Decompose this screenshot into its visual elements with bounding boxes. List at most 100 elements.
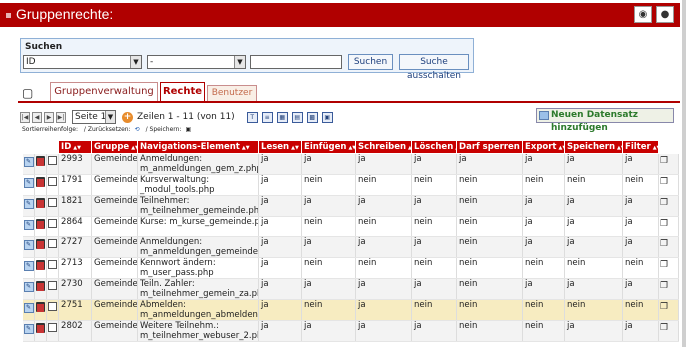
prev-page-icon[interactable]: ◀ xyxy=(32,111,42,123)
edit-icon[interactable]: ✎ xyxy=(23,220,34,230)
cell-navigation: Abmelden:m_anmeldungen_abmelden.php xyxy=(137,299,260,321)
view-detail-icon[interactable]: ▤ xyxy=(291,111,303,123)
copy-icon[interactable]: ❐ xyxy=(660,177,672,187)
binoculars-dark-icon[interactable]: ● xyxy=(656,6,674,23)
column-header-lesen[interactable]: Lesen ▲▼ xyxy=(258,140,303,154)
row-checkbox[interactable] xyxy=(48,198,57,207)
column-header-darf-sperren[interactable]: Darf sperren▲▼ xyxy=(456,140,524,154)
column-header-navigation[interactable]: Navigations-Element ▲▼ xyxy=(137,140,260,154)
table-row[interactable]: ✎ 1821 Gemeinde Teilnehmer: m_teilnehmer_gem… xyxy=(22,195,680,217)
table-row[interactable]: ✎ 2730 Gemeinde Teiln. Zahler: m_teilnehmer_… xyxy=(22,278,680,300)
trash-icon[interactable] xyxy=(36,219,45,229)
column-header-gruppe[interactable]: Gruppe▲▼ xyxy=(91,140,139,154)
view-grid-icon[interactable]: ▦ xyxy=(276,111,288,123)
cell-schreiben: ja xyxy=(355,153,413,175)
trash-icon[interactable] xyxy=(36,302,45,312)
trash-icon[interactable] xyxy=(36,177,45,187)
row-checkbox[interactable] xyxy=(48,177,57,186)
row-checkbox[interactable] xyxy=(48,260,57,269)
binoculars-icon[interactable]: ◉ xyxy=(634,6,652,23)
edit-icon[interactable]: ✎ xyxy=(23,199,34,209)
edit-icon[interactable]: ✎ xyxy=(23,178,34,188)
view-list-icon[interactable]: ≡ xyxy=(261,111,273,123)
cell-export: nein xyxy=(522,299,566,321)
table-row[interactable]: ✎ 2802 Gemeinde Weitere Teilnehm.: m_teilneh… xyxy=(22,320,680,342)
add-rows-icon[interactable]: + xyxy=(122,111,133,123)
table-row[interactable]: ✎ 2727 Gemeinde Anmeldungen: m_anmeldungen_g… xyxy=(22,236,680,258)
trash-icon[interactable] xyxy=(36,198,45,208)
edit-icon[interactable]: ✎ xyxy=(23,240,34,250)
last-page-icon[interactable]: ▶| xyxy=(56,111,66,123)
table-row[interactable]: ✎ 2713 Gemeinde Kennwort ändern: m_user_pass… xyxy=(22,257,680,279)
column-header-export[interactable]: Export▲▼ xyxy=(522,140,566,154)
page-select[interactable]: Seite 1 ▼ xyxy=(72,110,116,124)
row-checkbox[interactable] xyxy=(48,302,57,311)
clear-search-button[interactable]: Suche ausschalten xyxy=(399,54,469,81)
view-split-icon[interactable]: ▩ xyxy=(306,111,318,123)
copy-icon[interactable]: ❐ xyxy=(660,323,672,333)
edit-cell: ✎ xyxy=(22,278,35,300)
copy-icon[interactable]: ❐ xyxy=(660,281,672,291)
copy-icon[interactable]: ❐ xyxy=(660,156,672,166)
add-record-button[interactable]: Neuen Datensatz hinzufügen xyxy=(536,108,674,133)
search-button[interactable]: Suchen xyxy=(348,54,393,70)
trash-icon[interactable] xyxy=(36,323,45,333)
search-operator-select[interactable]: - ▼ xyxy=(147,55,246,69)
cell-loeschen: ja xyxy=(411,195,458,217)
trash-icon[interactable] xyxy=(36,156,45,166)
column-header-schreiben[interactable]: Schreiben▲▼ xyxy=(355,140,413,154)
trash-icon[interactable] xyxy=(36,239,45,249)
edit-icon[interactable]: ✎ xyxy=(23,261,34,271)
cell-filter: nein xyxy=(622,257,660,279)
cell-lesen: ja xyxy=(258,299,303,321)
table-row[interactable]: ✎ 1791 Gemeinde Kursverwaltung: _modul_tools… xyxy=(22,174,680,196)
search-field-select[interactable]: ID ▼ xyxy=(23,55,142,69)
trash-icon[interactable] xyxy=(36,260,45,270)
row-checkbox[interactable] xyxy=(48,281,57,290)
save-icon[interactable]: ▣ xyxy=(185,126,191,133)
copy-icon[interactable]: ❐ xyxy=(660,302,672,312)
cell-navigation: Kursverwaltung: _modul_tools.php xyxy=(137,174,260,196)
column-header-speichern[interactable]: Speichern▲▼ xyxy=(564,140,624,154)
cell-id: 2751 xyxy=(58,299,93,321)
trash-icon[interactable] xyxy=(36,281,45,291)
search-input[interactable] xyxy=(250,55,342,69)
cell-filter: ja xyxy=(622,278,660,300)
edit-icon[interactable]: ✎ xyxy=(23,157,34,167)
delete-cell xyxy=(34,216,47,237)
title-bullet xyxy=(6,12,11,18)
cell-einfuegen: nein xyxy=(301,216,357,237)
copy-icon[interactable]: ❐ xyxy=(660,219,672,229)
edit-cell: ✎ xyxy=(22,320,35,342)
row-checkbox[interactable] xyxy=(48,219,57,228)
title-bar: Gruppenrechte: ◉ ● xyxy=(0,3,680,27)
table-row[interactable]: ✎ 2864 Gemeinde Kurse: m_kurse_gemeinde.php… xyxy=(22,216,680,237)
copy-icon[interactable]: ❐ xyxy=(660,198,672,208)
copy-icon[interactable]: ❐ xyxy=(660,239,672,249)
row-checkbox[interactable] xyxy=(48,239,57,248)
edit-icon[interactable]: ✎ xyxy=(23,282,34,292)
table-row[interactable]: ✎ 2751 Gemeinde Abmelden: m_anmeldungen_abme… xyxy=(22,299,680,321)
cell-speichern: ja xyxy=(564,195,624,217)
tab-rechte[interactable]: Rechte xyxy=(160,82,205,103)
column-header-loeschen[interactable]: Löschen▲▼ xyxy=(411,140,458,154)
first-page-icon[interactable]: |◀ xyxy=(20,111,30,123)
cell-einfuegen: ja xyxy=(301,195,357,217)
nav-line-1: Abmelden: xyxy=(140,300,186,310)
view-compact-icon[interactable]: ▣ xyxy=(321,111,333,123)
delete-cell xyxy=(34,299,47,321)
edit-icon[interactable]: ✎ xyxy=(23,303,34,313)
view-top-icon[interactable]: T xyxy=(246,111,258,123)
reset-icon[interactable]: ⟲ xyxy=(135,126,140,133)
edit-icon[interactable]: ✎ xyxy=(23,324,34,334)
row-checkbox[interactable] xyxy=(48,323,57,332)
row-checkbox[interactable] xyxy=(48,156,57,165)
copy-icon[interactable]: ❐ xyxy=(660,260,672,270)
column-header-einfuegen[interactable]: Einfügen ▲▼ xyxy=(301,140,357,154)
tab-gruppenverwaltung[interactable]: Gruppenverwaltung xyxy=(50,82,158,102)
column-header-id[interactable]: ID ▲▼ xyxy=(58,140,93,154)
column-header-filter[interactable]: Filter▲▼ xyxy=(622,140,660,154)
table-row[interactable]: ✎ 2993 Gemeinde Anmeldungen: m_anmeldungen_g… xyxy=(22,153,680,175)
tab-benutzer[interactable]: Benutzer xyxy=(207,85,257,102)
next-page-icon[interactable]: ▶ xyxy=(44,111,54,123)
